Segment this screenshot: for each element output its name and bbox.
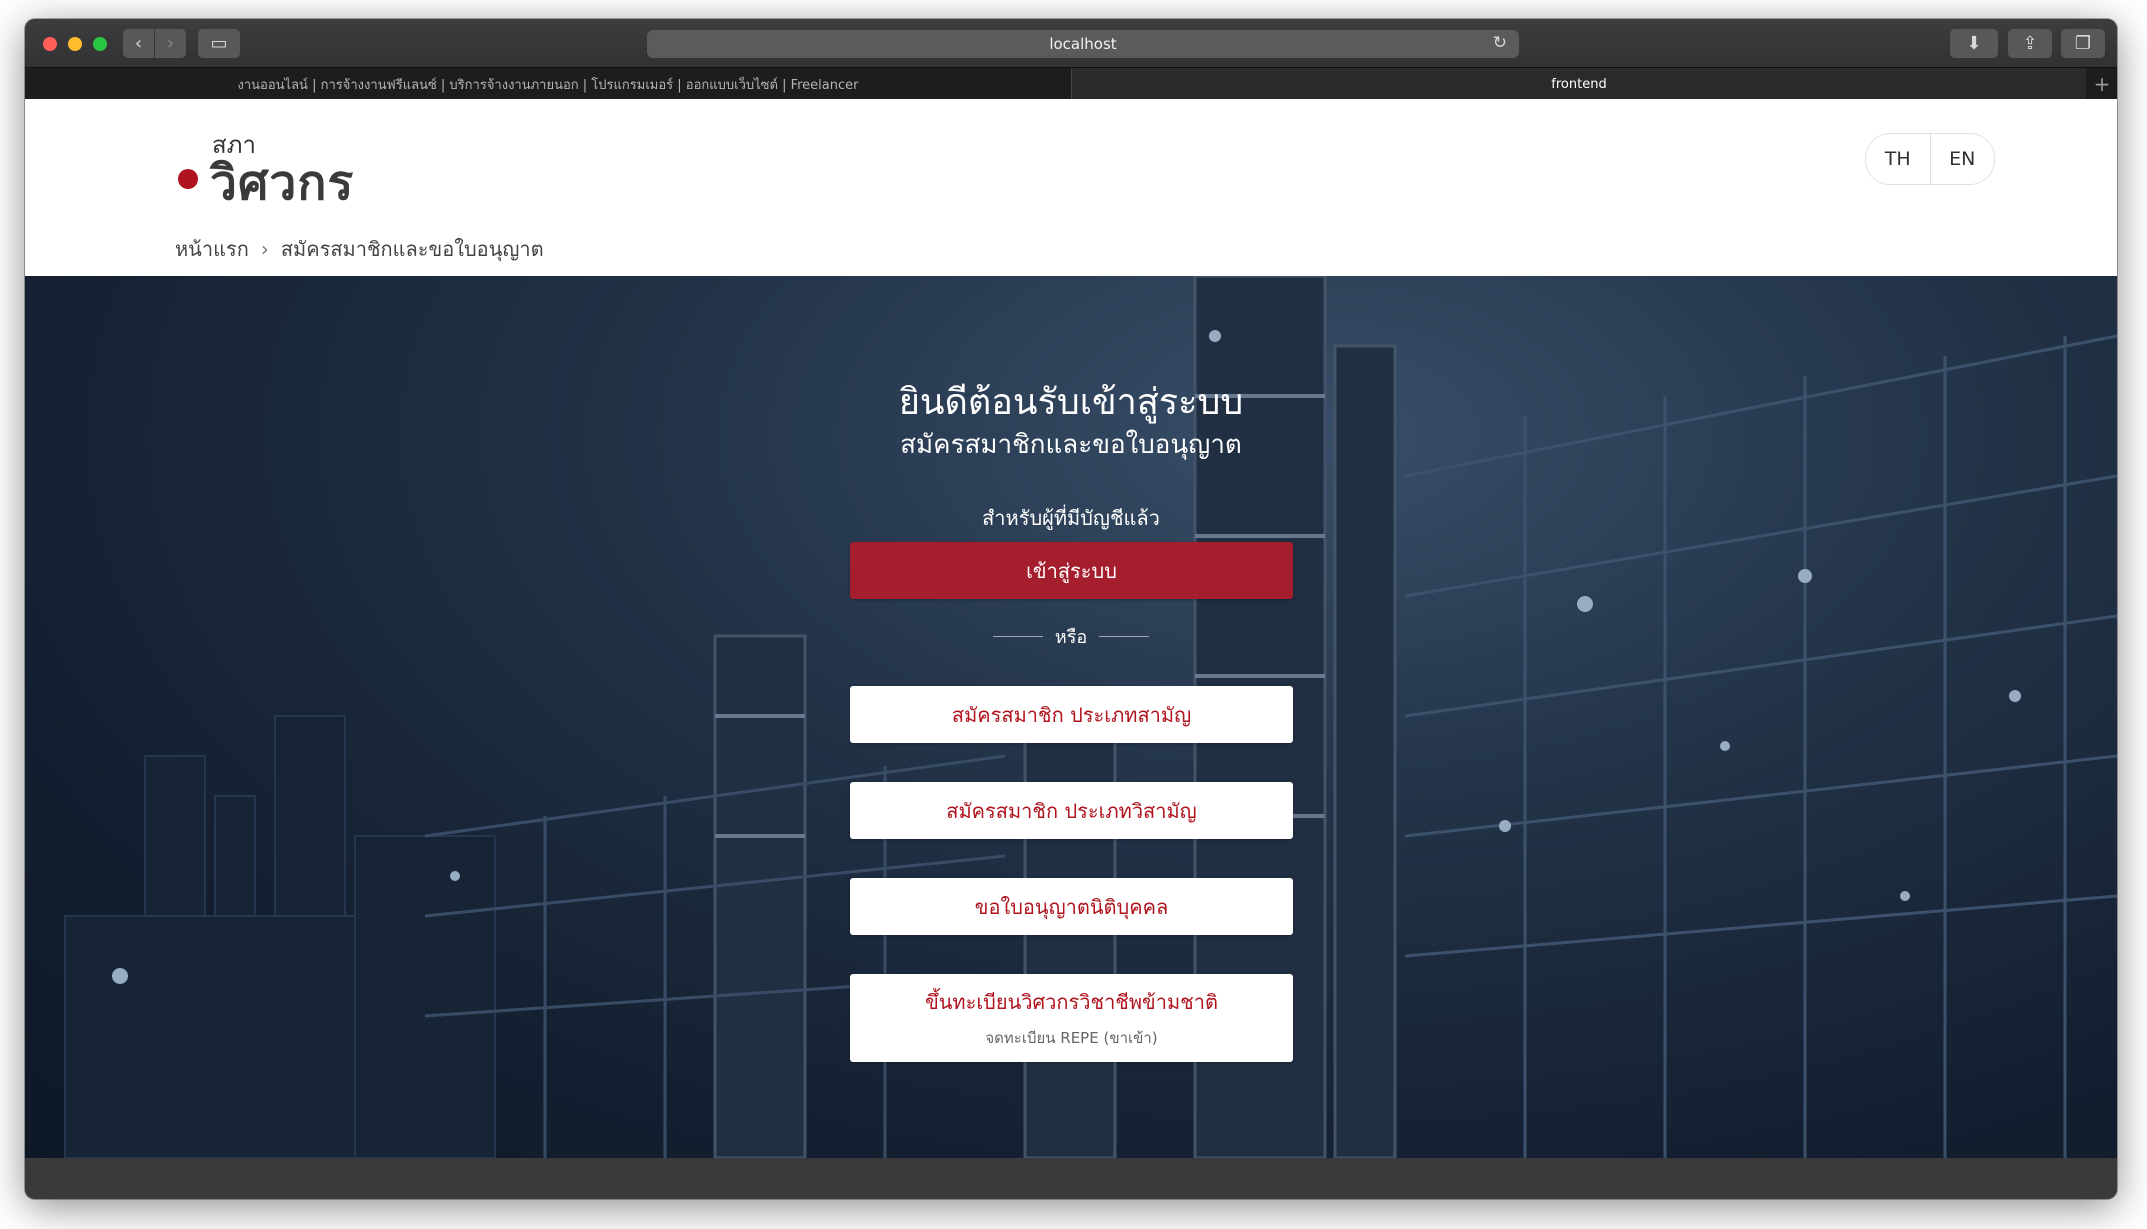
- site-header: สภา วิศวกร TH EN: [25, 99, 2117, 222]
- sidebar-icon: ▭: [210, 33, 228, 54]
- logo-dot-icon: [178, 169, 198, 189]
- share-icon: ⇪: [2022, 33, 2038, 54]
- button-label: สมัครสมาชิก ประเภทวิสามัญ: [946, 798, 1197, 823]
- juristic-license-button[interactable]: ขอใบอนุญาตนิติบุคคล: [850, 878, 1293, 935]
- zoom-window-button[interactable]: [93, 37, 107, 51]
- hero-section: ยินดีต้อนรับเข้าสู่ระบบ สมัครสมาชิกและขอ…: [25, 276, 2117, 1158]
- tab-freelancer[interactable]: งานออนไลน์ | การจ้างงานฟรีแลนซ์ | บริการ…: [25, 68, 1072, 100]
- page-viewport: สภา วิศวกร TH EN หน้าแรก › สมัครสมาชิกแล…: [25, 99, 2117, 1158]
- register-ordinary-member-button[interactable]: สมัครสมาชิก ประเภทสามัญ: [850, 686, 1293, 743]
- breadcrumb-home-link[interactable]: หน้าแรก: [175, 233, 249, 265]
- or-divider: หรือ: [25, 622, 2117, 651]
- or-text: หรือ: [1054, 627, 1088, 648]
- divider-line: [992, 636, 1043, 637]
- button-label: ขึ้นทะเบียนวิศวกรวิชาชีพข้ามชาติ: [925, 990, 1218, 1014]
- welcome-panel: ยินดีต้อนรับเข้าสู่ระบบ สมัครสมาชิกและขอ…: [25, 276, 2117, 1158]
- button-sublabel: จดทะเบียน REPE (ขาเข้า): [985, 1029, 1158, 1047]
- browser-toolbar: ‹ › ▭ localhost ↻ ⬇ ⇪ ❐: [25, 19, 2117, 67]
- language-switcher: TH EN: [1865, 133, 1995, 185]
- minimize-window-button[interactable]: [68, 37, 82, 51]
- back-button[interactable]: ‹: [123, 29, 154, 58]
- chevron-left-icon: ‹: [134, 33, 143, 54]
- login-button[interactable]: เข้าสู่ระบบ: [850, 542, 1293, 599]
- browser-window: ‹ › ▭ localhost ↻ ⬇ ⇪ ❐ งานออนไลน์ | การ…: [25, 19, 2117, 1199]
- sidebar-toggle-button[interactable]: ▭: [198, 29, 240, 58]
- chevron-right-icon: ›: [260, 236, 269, 261]
- forward-button[interactable]: ›: [155, 29, 186, 58]
- welcome-title: ยินดีต้อนรับเข้าสู่ระบบ: [898, 382, 1244, 423]
- new-tab-button[interactable]: +: [2087, 68, 2117, 100]
- button-label: สมัครสมาชิก ประเภทสามัญ: [951, 702, 1192, 727]
- download-icon: ⬇: [1966, 33, 1982, 54]
- address-text: localhost: [1049, 35, 1117, 53]
- share-button[interactable]: ⇪: [2008, 29, 2052, 58]
- repe-registration-button[interactable]: ขึ้นทะเบียนวิศวกรวิชาชีพข้ามชาติ จดทะเบี…: [850, 974, 1293, 1062]
- tab-frontend[interactable]: frontend: [1072, 68, 2086, 100]
- chevron-right-icon: ›: [166, 33, 175, 54]
- breadcrumb: หน้าแรก › สมัครสมาชิกและขอใบอนุญาต: [25, 221, 2117, 276]
- breadcrumb-current: สมัครสมาชิกและขอใบอนุญาต: [280, 236, 544, 261]
- downloads-button[interactable]: ⬇: [1950, 29, 1998, 58]
- existing-account-label: สำหรับผู้ที่มีบัญชีแล้ว: [982, 506, 1160, 530]
- logo-main-text: วิศวกร: [210, 155, 355, 211]
- tab-overview-button[interactable]: ❐: [2061, 29, 2105, 58]
- welcome-subtitle: สมัครสมาชิกและขอใบอนุญาต: [900, 430, 1242, 460]
- lang-th-button[interactable]: TH: [1866, 134, 1931, 184]
- lang-en-button[interactable]: EN: [1931, 134, 1995, 184]
- register-extraordinary-member-button[interactable]: สมัครสมาชิก ประเภทวิสามัญ: [850, 782, 1293, 839]
- tabs-icon: ❐: [2074, 33, 2092, 54]
- button-label: ขอใบอนุญาตนิติบุคคล: [974, 894, 1169, 919]
- address-bar[interactable]: localhost ↻: [647, 30, 1519, 58]
- browser-status-bar: [25, 1158, 2117, 1199]
- close-window-button[interactable]: [43, 37, 57, 51]
- tab-bar: งานออนไลน์ | การจ้างงานฟรีแลนซ์ | บริการ…: [25, 67, 2117, 100]
- divider-line: [1099, 636, 1150, 637]
- reload-icon[interactable]: ↻: [1493, 33, 1507, 53]
